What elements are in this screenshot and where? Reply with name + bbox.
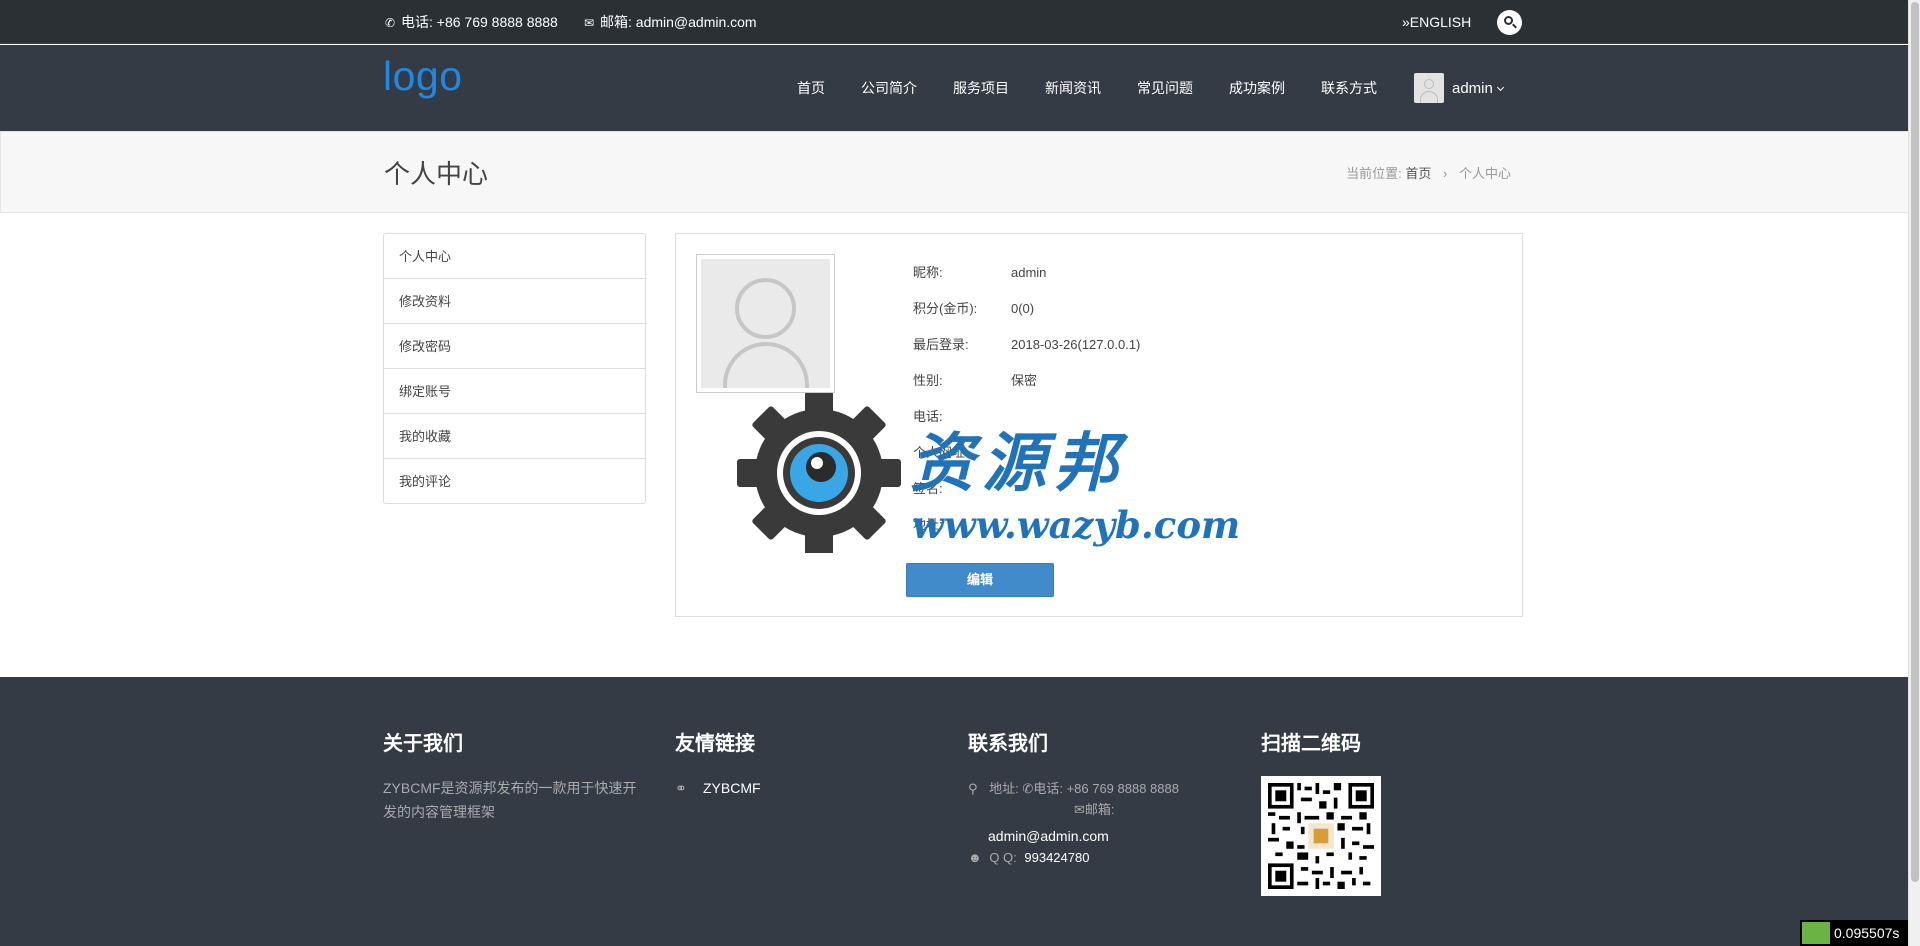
breadcrumb-current: 个人中心 [1458,166,1511,181]
qr-code-image [1268,783,1374,889]
sidebar-item-profile[interactable]: 个人中心 [384,234,645,279]
sidebar-item-password[interactable]: 修改密码 [384,324,645,369]
profile-avatar [696,254,835,393]
user-menu[interactable]: admin [1452,45,1504,131]
info-points: 积分(金币): 0(0) [913,301,1035,316]
breadcrumb-separator: › [1443,166,1448,181]
footer-about-title: 关于我们 [383,733,463,755]
sidebar-item-favorites[interactable]: 我的收藏 [384,414,645,459]
envelope-icon: ✉ [583,16,595,30]
footer-links-title: 友情链接 [675,733,755,755]
page-title: 个人中心 [384,159,489,189]
phone-icon: ✆ [384,16,396,30]
email-info: ✉ 邮箱: admin@admin.com [582,0,757,44]
nav-contact[interactable]: 联系方式 [1321,45,1377,131]
nav-news[interactable]: 新闻资讯 [1045,45,1101,131]
language-link[interactable]: »ENGLISH [1402,0,1471,44]
top-bar: ✆ 电话: +86 769 8888 8888 ✉ 邮箱: admin@admin.… [0,0,1908,44]
info-gender: 性别: 保密 [913,373,1038,388]
nav-home[interactable]: 首页 [797,45,825,131]
footer-contact-email: admin@admin.com [988,828,1109,844]
info-nickname: 昵称: admin [913,265,1047,280]
link-icon: ⚭ [675,780,687,796]
nav-cases[interactable]: 成功案例 [1229,45,1285,131]
scrollbar-thumb[interactable] [1911,2,1919,882]
footer-about-text: ZYBCMF是资源邦发布的一款用于快速开发的内容管理框架 [383,780,637,820]
nav-faq[interactable]: 常见问题 [1137,45,1193,131]
footer-contact-title: 联系我们 [968,733,1048,755]
double-chevron-icon: » [1402,14,1410,30]
breadcrumb: 当前位置: 首页 › 个人中心 [1346,166,1511,181]
header: logo 首页 公司简介 服务项目 新闻资讯 常见问题 成功案例 联系方式 ad… [0,45,1908,131]
user-avatar[interactable] [1414,73,1444,103]
breadcrumb-home[interactable]: 首页 [1405,166,1431,181]
gear-eye-logo-icon [737,393,901,553]
phone-info: ✆ 电话: +86 769 8888 8888 [383,0,558,44]
logo[interactable]: logo [383,53,463,100]
footer-link[interactable]: ⚭ ZYBCMF [675,780,761,797]
phone-icon: ✆ [1022,781,1034,796]
user-sidebar: 个人中心 修改资料 修改密码 绑定账号 我的收藏 我的评论 [383,233,646,504]
search-button[interactable] [1497,10,1522,35]
info-last-login: 最后登录: 2018-03-26(127.0.0.1) [913,337,1141,352]
chevron-down-icon [1496,83,1504,92]
watermark-url: www.wazyb.com [912,503,1241,547]
envelope-icon: ✉ [1074,802,1085,817]
timer-icon [1802,922,1830,944]
footer-contact-qq: ☻ Q Q: 993424780 [968,850,1090,865]
qr-code [1261,776,1381,896]
sidebar-item-bind-account[interactable]: 绑定账号 [384,369,645,414]
footer-qr-title: 扫描二维码 [1261,733,1361,755]
footer-contact-address: ⚲ 地址: ✆电话: +86 769 8888 8888 [968,781,1179,796]
page-timer: 0.095507s [1800,920,1908,946]
page-scrollbar[interactable] [1908,0,1920,946]
footer-contact-email-label: ✉邮箱: [1074,802,1115,817]
nav-about[interactable]: 公司简介 [861,45,917,131]
page-banner: 个人中心 当前位置: 首页 › 个人中心 [0,131,1908,213]
sidebar-item-comments[interactable]: 我的评论 [384,459,645,503]
nav-services[interactable]: 服务项目 [953,45,1009,131]
footer: 关于我们 ZYBCMF是资源邦发布的一款用于快速开发的内容管理框架 友情链接 ⚭… [0,677,1908,946]
qq-icon: ☻ [968,850,982,865]
watermark-text: 资源邦 [910,426,1126,501]
sidebar-item-edit-info[interactable]: 修改资料 [384,279,645,324]
map-marker-icon: ⚲ [968,781,978,796]
edit-profile-button[interactable]: 编辑 [906,563,1054,597]
